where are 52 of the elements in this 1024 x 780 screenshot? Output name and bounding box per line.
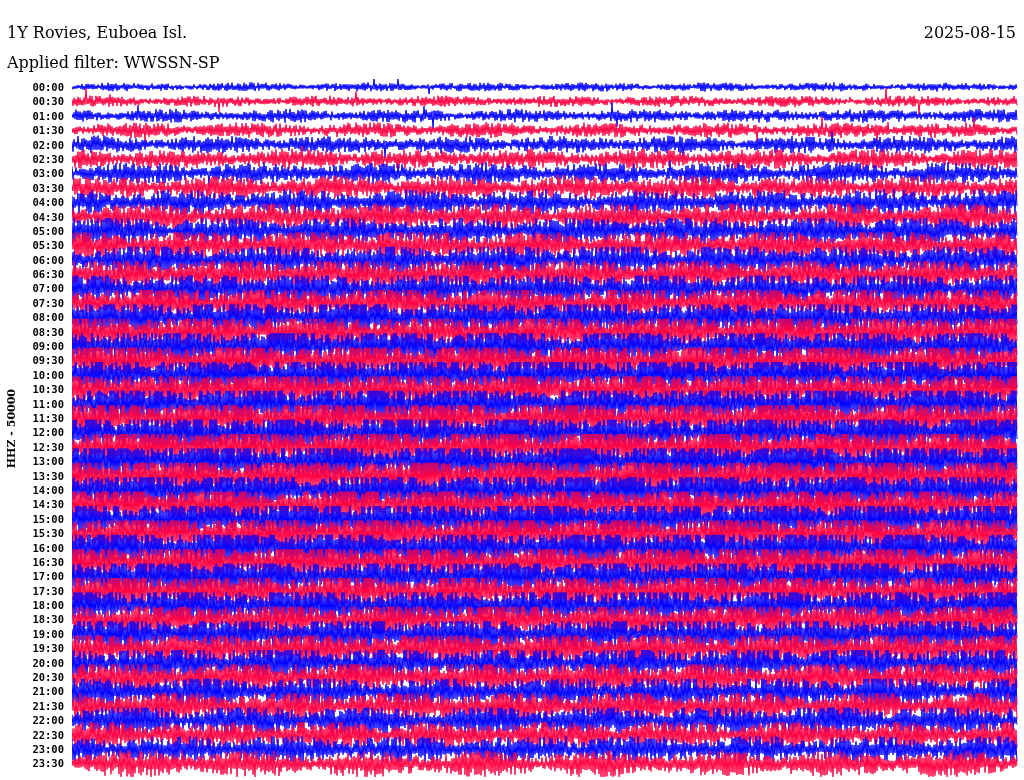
time-label: 13:00: [31, 454, 64, 469]
time-label: 23:00: [31, 741, 64, 757]
time-label: 17:30: [31, 583, 64, 599]
channel-axis-label: HHZ - 50000: [6, 389, 18, 469]
time-label: 02:30: [31, 151, 64, 167]
time-label: 07:30: [31, 295, 64, 311]
time-label: 03:00: [31, 166, 64, 181]
time-label: 01:30: [31, 123, 64, 138]
time-label: 08:00: [31, 310, 64, 325]
time-label: 00:30: [31, 94, 64, 109]
time-label: 20:30: [31, 670, 64, 685]
time-label: 06:30: [31, 267, 64, 282]
time-label: 19:30: [31, 641, 64, 656]
time-label: 14:30: [31, 497, 64, 512]
time-label: 11:00: [31, 396, 64, 411]
time-label: 21:00: [31, 684, 64, 699]
time-label: 02:00: [31, 137, 64, 152]
time-label: 01:00: [31, 108, 64, 124]
time-label: 05:00: [31, 223, 64, 239]
time-label: 03:30: [31, 180, 64, 196]
time-label: 04:00: [31, 195, 64, 210]
time-label: 12:00: [31, 425, 64, 440]
time-label: 09:00: [31, 339, 64, 354]
time-label: 20:00: [31, 655, 64, 670]
time-label: 15:00: [31, 511, 64, 527]
time-label: 16:00: [31, 540, 64, 555]
station-title: 1Y Rovies, Euboea Isl.: [7, 22, 188, 44]
time-label: 16:30: [31, 554, 64, 570]
time-label: 00:00: [31, 80, 64, 95]
time-label: 18:00: [31, 598, 64, 613]
time-label: 14:00: [31, 482, 64, 498]
time-label: 22:00: [31, 713, 64, 728]
date-label: 2025-08-15: [923, 22, 1016, 44]
time-label: 19:00: [31, 626, 64, 642]
time-label: 15:30: [31, 526, 64, 541]
time-label: 18:30: [31, 612, 64, 627]
time-label: 17:00: [31, 569, 64, 584]
time-label: 08:30: [31, 324, 64, 340]
time-label: 23:30: [31, 756, 64, 771]
time-label: 04:30: [31, 209, 64, 224]
time-label: 09:30: [31, 353, 64, 368]
time-label: 13:30: [31, 468, 64, 483]
time-label: 10:30: [31, 382, 64, 397]
time-label: 05:30: [31, 238, 64, 253]
filter-label: Applied filter: WWSSN-SP: [7, 53, 220, 72]
time-label: 11:30: [31, 411, 64, 426]
time-label: 22:30: [31, 727, 64, 742]
time-label: 10:00: [31, 367, 64, 383]
time-label: 12:30: [31, 439, 64, 455]
time-label: 06:00: [31, 252, 64, 268]
time-label: 21:30: [31, 698, 64, 714]
time-label: 07:00: [31, 281, 64, 296]
